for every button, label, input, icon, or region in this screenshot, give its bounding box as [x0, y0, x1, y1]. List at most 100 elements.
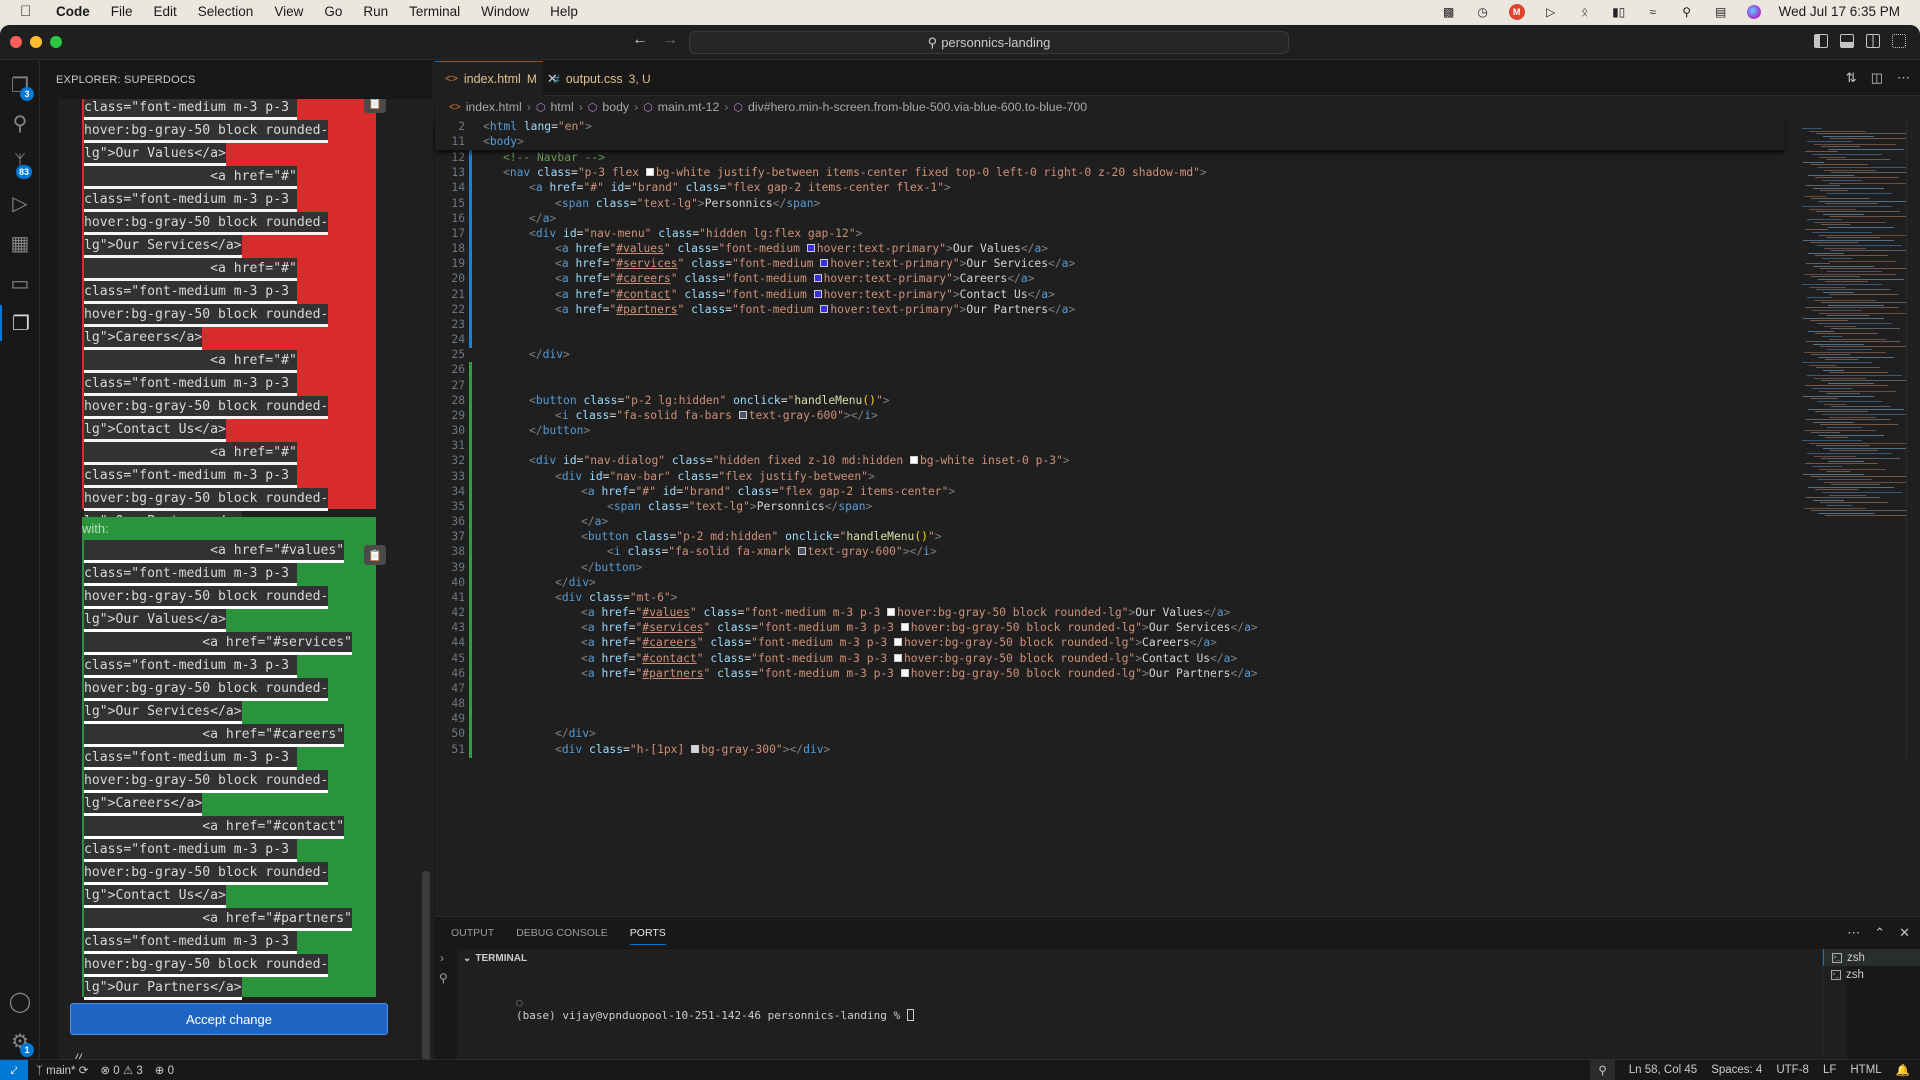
code-line[interactable]: 24: [435, 332, 1785, 347]
more-actions-icon[interactable]: ⋯: [1847, 925, 1860, 941]
git-change-marker[interactable]: [469, 271, 472, 288]
git-change-marker[interactable]: [469, 256, 472, 272]
plug-icon[interactable]: ⚲: [439, 971, 448, 985]
siri-icon[interactable]: [1746, 4, 1761, 19]
git-change-marker[interactable]: [469, 574, 472, 591]
bluetooth-icon[interactable]: ᛟ: [1577, 5, 1593, 19]
more-actions-icon[interactable]: ⋯: [1897, 70, 1910, 86]
minimize-window-button[interactable]: [30, 36, 42, 48]
problems-indicator[interactable]: ⊗ 0 ⚠ 3: [100, 1063, 142, 1077]
superdocs-icon[interactable]: ❐: [0, 305, 40, 341]
play-icon[interactable]: ▷: [1543, 5, 1559, 19]
code-line[interactable]: 35 <span class="text-lg">Personnics</span…: [435, 499, 1785, 514]
maximize-window-button[interactable]: [50, 36, 62, 48]
git-change-marker[interactable]: [469, 210, 472, 227]
search-icon[interactable]: ⚲: [0, 105, 40, 141]
menu-selection[interactable]: Selection: [198, 4, 254, 19]
battery-icon[interactable]: ▮▯: [1611, 5, 1627, 19]
menu-window[interactable]: Window: [481, 4, 529, 19]
git-change-marker[interactable]: [469, 696, 472, 712]
git-change-marker[interactable]: [469, 438, 472, 454]
editor-scrollbar[interactable]: [1906, 118, 1920, 758]
git-change-marker[interactable]: [469, 180, 472, 196]
code-line[interactable]: 13 <nav class="p-3 flex bg-white justify-…: [435, 165, 1785, 180]
toggle-panel-icon[interactable]: [1840, 34, 1854, 48]
breadcrumb-item[interactable]: html: [550, 100, 573, 114]
source-control-icon[interactable]: ᛉ 83: [0, 145, 40, 181]
wifi-icon[interactable]: ≈: [1645, 5, 1661, 19]
git-change-marker[interactable]: [469, 680, 472, 697]
settings-gear-icon[interactable]: ⚙ 1: [0, 1023, 40, 1059]
code-line[interactable]: 26: [435, 362, 1785, 377]
git-change-marker[interactable]: [469, 620, 472, 636]
code-line[interactable]: 51 <div class="h-[1px] bg-gray-300"></div…: [435, 742, 1785, 757]
minimap[interactable]: [1794, 118, 1920, 538]
git-change-marker[interactable]: [469, 165, 472, 181]
code-line[interactable]: 38 <i class="fa-solid fa-xmark text-gray-…: [435, 544, 1785, 559]
breadcrumb-item[interactable]: index.html: [466, 100, 522, 114]
clock[interactable]: Wed Jul 17 6:35 PM: [1779, 4, 1900, 19]
code-line[interactable]: 30 </button>: [435, 423, 1785, 438]
open-changes-icon[interactable]: ⇅: [1846, 70, 1857, 86]
git-change-marker[interactable]: [469, 498, 472, 515]
code-line[interactable]: 17 <div id="nav-menu" class="hidden lg:fl…: [435, 226, 1785, 241]
code-line[interactable]: 14 <a href="#" id="brand" class="flex gap…: [435, 180, 1785, 195]
code-line[interactable]: 41 <div class="mt-6">: [435, 590, 1785, 605]
code-line[interactable]: 48: [435, 696, 1785, 711]
remote-explorer-icon[interactable]: ▭: [0, 265, 40, 301]
code-line[interactable]: 44 <a href="#careers" class="font-medium …: [435, 635, 1785, 650]
apple-logo-icon[interactable]: : [20, 3, 38, 20]
menu-terminal[interactable]: Terminal: [409, 4, 460, 19]
code-line[interactable]: 46 <a href="#partners" class="font-medium…: [435, 666, 1785, 681]
lock-timer-icon[interactable]: ◷: [1475, 5, 1491, 19]
git-change-marker[interactable]: [469, 665, 472, 682]
code-line[interactable]: 29 <i class="fa-solid fa-bars text-gray-6…: [435, 408, 1785, 423]
end-of-line[interactable]: LF: [1823, 1064, 1836, 1076]
run-debug-icon[interactable]: ▷: [0, 185, 40, 221]
tab-index-html[interactable]: <> index.html M ✕: [435, 61, 558, 96]
code-line[interactable]: 28 <button class="p-2 lg:hidden" onclick=…: [435, 393, 1785, 408]
git-change-marker[interactable]: [469, 195, 472, 212]
terminal-output[interactable]: ○ (base) vijay@vpnduopool-10-251-142-46 …: [457, 967, 1847, 1060]
tab-ports[interactable]: PORTS: [629, 921, 666, 945]
menu-edit[interactable]: Edit: [154, 4, 177, 19]
sticky-line[interactable]: 2 <html lang="en">: [435, 119, 1785, 134]
code-line[interactable]: 20 <a href="#careers" class="font-medium …: [435, 271, 1785, 286]
git-change-marker[interactable]: [469, 726, 472, 743]
git-change-marker[interactable]: [469, 650, 472, 667]
git-change-marker[interactable]: [469, 241, 472, 257]
cursor-position[interactable]: Ln 58, Col 45: [1629, 1064, 1697, 1076]
tab-debug-console[interactable]: DEBUG CONSOLE: [516, 927, 608, 939]
git-change-marker[interactable]: [469, 423, 472, 439]
menu-help[interactable]: Help: [550, 4, 578, 19]
customize-layout-icon[interactable]: [1892, 34, 1906, 48]
code-line[interactable]: 33 <div id="nav-bar" class="flex justify-…: [435, 469, 1785, 484]
maximize-panel-icon[interactable]: ⌃: [1874, 925, 1885, 941]
code-line[interactable]: 43 <a href="#services" class="font-medium…: [435, 620, 1785, 635]
accept-change-button[interactable]: Accept change: [70, 1003, 388, 1035]
git-change-marker[interactable]: [469, 756, 472, 758]
git-change-marker[interactable]: [469, 514, 472, 530]
breadcrumb-item[interactable]: body: [602, 100, 629, 114]
language-mode[interactable]: HTML: [1850, 1064, 1881, 1076]
breadcrumb-item[interactable]: main.mt-12: [658, 100, 720, 114]
git-change-marker[interactable]: [469, 468, 472, 485]
m-app-icon[interactable]: M: [1508, 3, 1525, 20]
explorer-icon[interactable]: ❐ 3: [0, 67, 40, 103]
git-change-marker[interactable]: [469, 392, 472, 409]
code-line[interactable]: 27: [435, 378, 1785, 393]
remote-indicator-icon[interactable]: ⤦: [0, 1059, 28, 1080]
git-change-marker[interactable]: [469, 711, 472, 727]
code-line[interactable]: 22 <a href="#partners" class="font-medium…: [435, 302, 1785, 317]
command-center-search[interactable]: ⚲ personnics-landing: [689, 31, 1289, 54]
git-change-marker[interactable]: [469, 316, 472, 333]
notifications-bell-icon[interactable]: 🔔: [1896, 1063, 1910, 1077]
git-branch[interactable]: ᛉ main* ⟳: [36, 1063, 88, 1077]
terminal-item[interactable]: >_ zsh: [1823, 966, 1920, 983]
toggle-primary-sidebar-icon[interactable]: [1814, 34, 1828, 48]
code-line[interactable]: 34 <a href="#" id="brand" class="flex gap…: [435, 484, 1785, 499]
terminal-item[interactable]: >_ zsh: [1823, 949, 1920, 966]
git-change-marker[interactable]: [469, 453, 472, 470]
sticky-line[interactable]: 11 <body>: [435, 134, 1785, 149]
code-line[interactable]: 39 </button>: [435, 560, 1785, 575]
